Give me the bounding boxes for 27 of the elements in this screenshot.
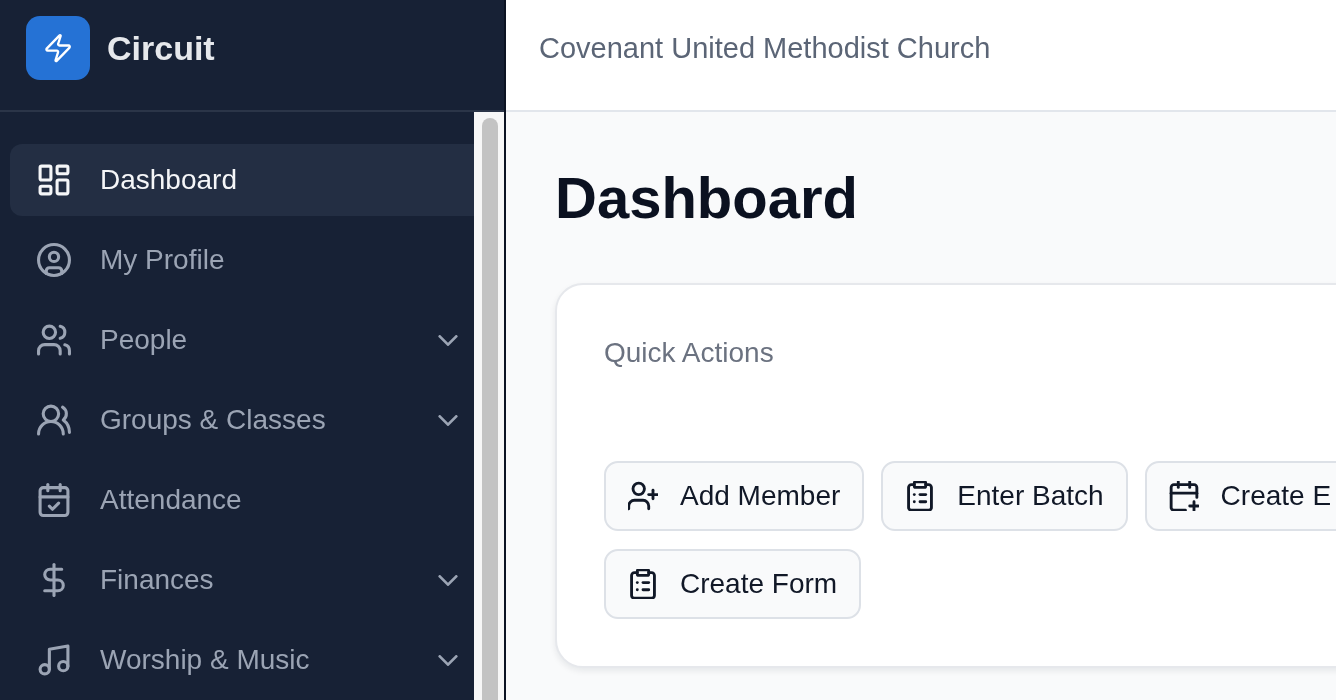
nav-item[interactable]: Worship & Music: [10, 624, 474, 696]
scrollbar-thumb[interactable]: [482, 118, 498, 700]
calendar-plus-icon: [1168, 481, 1199, 511]
nav-item[interactable]: My Profile: [10, 224, 474, 296]
quick-action-button[interactable]: Create Form: [604, 549, 862, 619]
user-circle-icon: [37, 243, 71, 277]
quick-action-button[interactable]: Enter Batch: [881, 461, 1128, 531]
nav-item[interactable]: Attendance: [10, 464, 474, 536]
nav-item[interactable]: Dashboard: [10, 144, 474, 216]
lightning-bolt-logo-icon: [26, 16, 90, 80]
nav-item[interactable]: Groups & Classes: [10, 384, 474, 456]
clipboard-icon: [905, 481, 936, 511]
card-title: Quick Actions: [604, 336, 775, 370]
clipboard-icon: [628, 569, 658, 599]
grid-icon: [37, 163, 71, 197]
user-plus-icon: [628, 481, 658, 511]
people-icon: [37, 323, 71, 357]
nav-item[interactable]: Finances: [10, 544, 474, 616]
app-name: Circuit: [107, 28, 215, 68]
page-title: Dashboard: [555, 164, 859, 232]
music-note-icon: [37, 643, 71, 677]
quick-action-button[interactable]: Create E: [1144, 461, 1336, 531]
calendar-check-icon: [37, 483, 71, 517]
people-icon: [37, 403, 71, 437]
nav-item[interactable]: People: [10, 304, 474, 376]
organization-name: Covenant United Methodist Church: [539, 31, 991, 65]
quick-action-button[interactable]: Add Member: [604, 461, 865, 531]
